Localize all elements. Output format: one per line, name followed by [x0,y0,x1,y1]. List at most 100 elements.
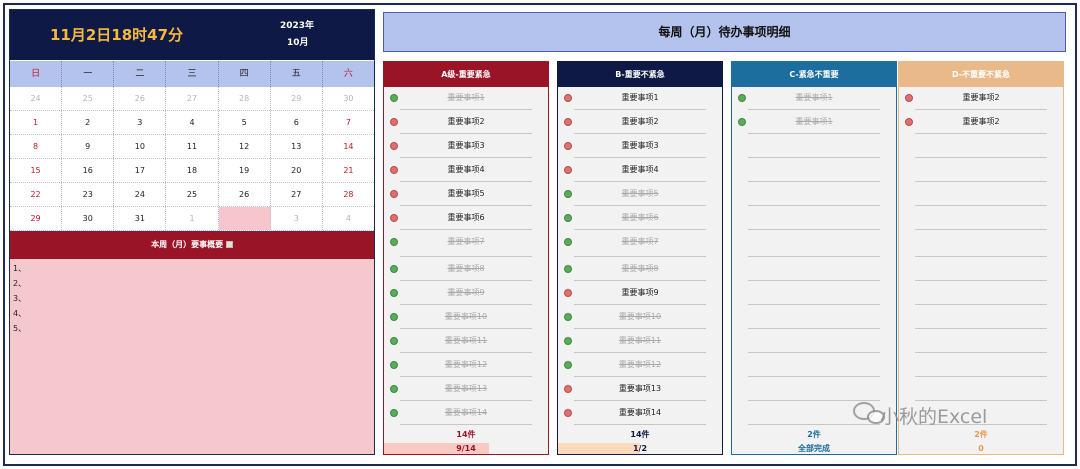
todo-item[interactable] [732,231,896,258]
todo-item[interactable] [899,306,1063,330]
calendar-day[interactable]: 17 [114,159,167,182]
todo-item[interactable]: 重要事项14 [558,402,722,426]
todo-item[interactable] [899,135,1063,159]
todo-item[interactable] [732,135,896,159]
calendar-day[interactable]: 23 [62,183,115,206]
calendar-day[interactable]: 29 [271,87,323,110]
calendar-day[interactable]: 19 [219,159,271,182]
todo-item[interactable] [732,183,896,207]
calendar-day[interactable]: 4 [323,207,374,230]
summary-line[interactable]: 4、 [13,306,374,321]
todo-item[interactable]: 重要事项5 [384,183,548,207]
calendar-day[interactable]: 9 [62,135,115,158]
pending-status-icon[interactable] [390,118,398,126]
pending-status-icon[interactable] [390,142,398,150]
done-status-icon[interactable] [564,214,572,222]
calendar-day[interactable]: 11 [166,135,219,158]
todo-item[interactable]: 重要事项8 [558,258,722,282]
calendar-day[interactable]: 26 [114,87,167,110]
done-status-icon[interactable] [564,190,572,198]
calendar-day[interactable]: 1 [10,111,63,134]
summary-body[interactable]: 1、 2、 3、 4、 5、 [10,259,374,454]
pending-status-icon[interactable] [390,190,398,198]
calendar-day[interactable]: 27 [166,87,219,110]
calendar-day-today[interactable]: 2 [218,207,271,230]
calendar-day[interactable]: 20 [271,159,323,182]
calendar-day[interactable]: 1 [166,207,219,230]
pending-status-icon[interactable] [564,289,572,297]
calendar-day[interactable]: 25 [166,183,219,206]
todo-item[interactable]: 重要事项1 [558,87,722,111]
calendar-day[interactable]: 3 [271,207,323,230]
done-status-icon[interactable] [390,409,398,417]
calendar-day[interactable]: 5 [219,111,271,134]
pending-status-icon[interactable] [564,385,572,393]
calendar-day[interactable]: 18 [166,159,219,182]
done-status-icon[interactable] [738,94,746,102]
pending-status-icon[interactable] [564,118,572,126]
todo-item[interactable]: 重要事项7 [558,231,722,258]
todo-item[interactable] [899,258,1063,282]
pending-status-icon[interactable] [390,214,398,222]
calendar-day[interactable]: 30 [323,87,374,110]
todo-item[interactable] [899,354,1063,378]
todo-item[interactable]: 重要事项1 [732,111,896,135]
calendar-day[interactable]: 24 [114,183,167,206]
todo-item[interactable]: 重要事项10 [384,306,548,330]
pending-status-icon[interactable] [564,166,572,174]
todo-item[interactable]: 重要事项9 [558,282,722,306]
todo-item[interactable] [732,258,896,282]
calendar-day[interactable]: 30 [62,207,115,230]
todo-item[interactable]: 重要事项6 [558,207,722,231]
calendar-day[interactable]: 25 [62,87,115,110]
calendar-day[interactable]: 2 [62,111,115,134]
todo-item[interactable]: 重要事项12 [558,354,722,378]
calendar-day[interactable]: 24 [10,87,63,110]
todo-item[interactable]: 重要事项4 [384,159,548,183]
todo-item[interactable] [899,378,1063,402]
done-status-icon[interactable] [390,337,398,345]
calendar-day[interactable]: 31 [114,207,167,230]
todo-item[interactable]: 重要事项4 [558,159,722,183]
todo-item[interactable] [732,306,896,330]
todo-item[interactable]: 重要事项10 [558,306,722,330]
todo-item[interactable] [732,282,896,306]
calendar-day[interactable]: 22 [10,183,63,206]
done-status-icon[interactable] [390,238,398,246]
calendar-day[interactable]: 13 [271,135,323,158]
calendar-day[interactable]: 14 [323,135,374,158]
todo-item[interactable] [732,354,896,378]
calendar-day[interactable]: 26 [219,183,271,206]
calendar-day[interactable]: 7 [323,111,374,134]
calendar-day[interactable]: 10 [114,135,167,158]
todo-item[interactable]: 重要事项2 [899,111,1063,135]
pending-status-icon[interactable] [564,409,572,417]
todo-item[interactable] [899,183,1063,207]
summary-line[interactable]: 1、 [13,261,374,276]
todo-item[interactable]: 重要事项2 [384,111,548,135]
done-status-icon[interactable] [564,337,572,345]
todo-item[interactable]: 重要事项1 [732,87,896,111]
done-status-icon[interactable] [390,94,398,102]
calendar-day[interactable]: 16 [62,159,115,182]
calendar-day[interactable]: 15 [10,159,63,182]
todo-item[interactable]: 重要事项5 [558,183,722,207]
todo-item[interactable] [732,207,896,231]
summary-line[interactable]: 2、 [13,276,374,291]
todo-item[interactable] [732,159,896,183]
todo-item[interactable]: 重要事项8 [384,258,548,282]
pending-status-icon[interactable] [564,142,572,150]
todo-item[interactable]: 重要事项12 [384,354,548,378]
todo-item[interactable] [899,282,1063,306]
todo-item[interactable]: 重要事项13 [558,378,722,402]
done-status-icon[interactable] [564,265,572,273]
calendar-day[interactable]: 29 [10,207,63,230]
done-status-icon[interactable] [390,313,398,321]
done-status-icon[interactable] [564,361,572,369]
pending-status-icon[interactable] [564,94,572,102]
done-status-icon[interactable] [564,238,572,246]
todo-item[interactable]: 重要事项11 [384,330,548,354]
calendar-day[interactable]: 21 [323,159,374,182]
pending-status-icon[interactable] [905,94,913,102]
todo-item[interactable]: 重要事项11 [558,330,722,354]
